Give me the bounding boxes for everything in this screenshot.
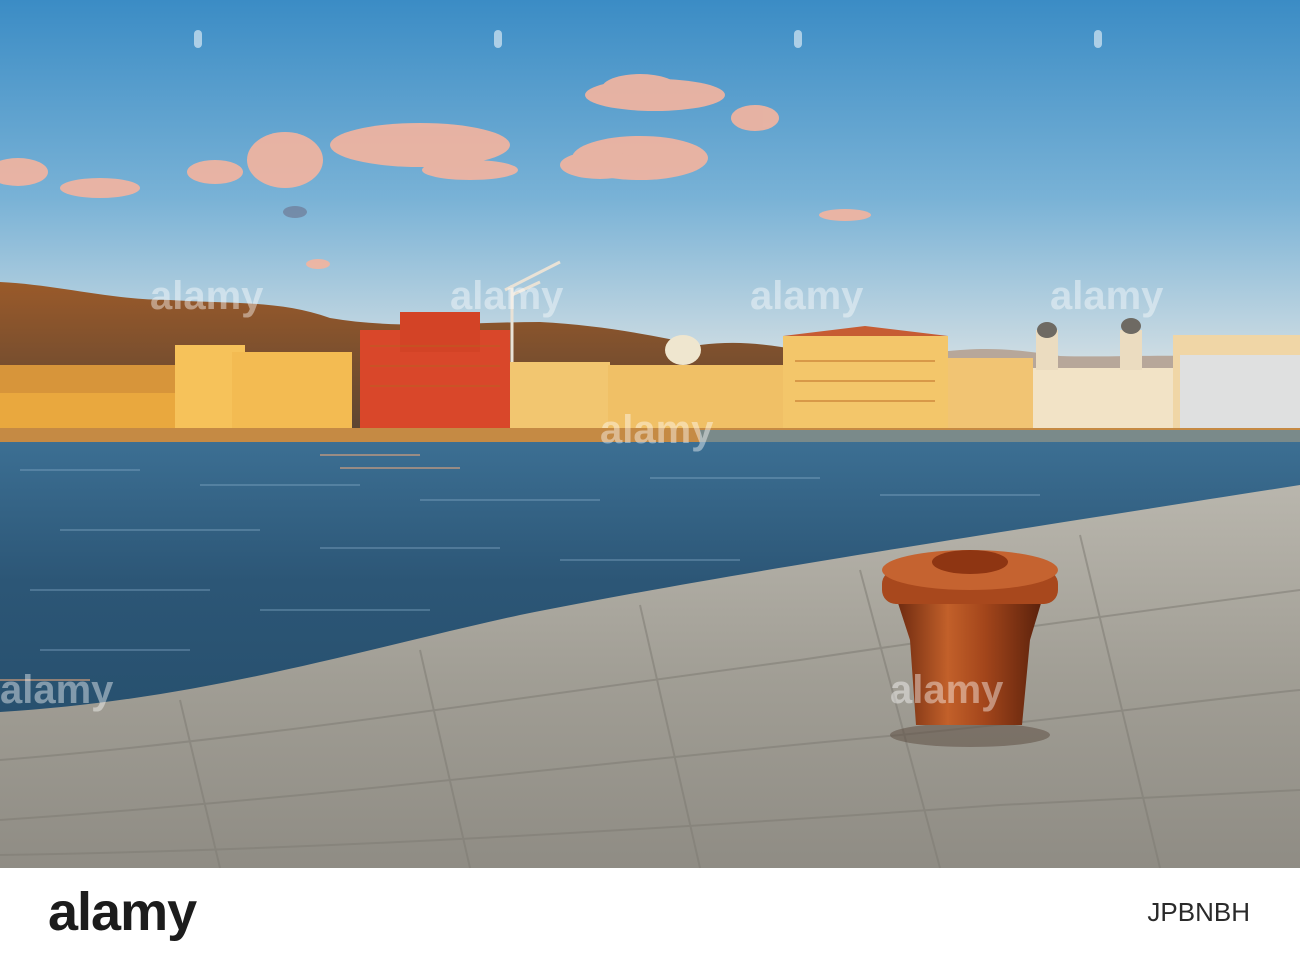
image-id-label: JPBNBH <box>1147 897 1250 927</box>
stock-photo-page: alamy alamy alamy alamy alamy alamy alam… <box>0 0 1300 956</box>
watermark-row <box>0 26 1300 86</box>
watermark-text: alamy <box>750 274 864 318</box>
watermark-text: alamy <box>150 274 264 318</box>
watermark-text: alamy <box>0 668 114 712</box>
watermark-text: alamy <box>600 408 714 452</box>
watermark-text: alamy <box>890 668 1004 712</box>
watermark-text: alamy <box>1050 274 1164 318</box>
watermark-text: alamy <box>450 274 564 318</box>
alamy-logo[interactable]: alamy <box>48 880 197 944</box>
